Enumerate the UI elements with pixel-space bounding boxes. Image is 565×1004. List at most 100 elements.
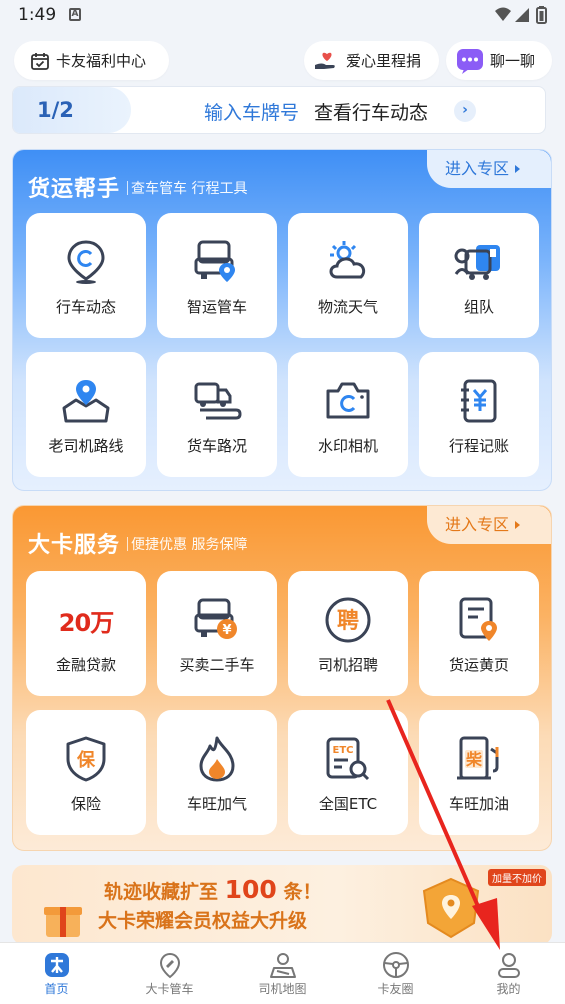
promo-banner[interactable]: 轨迹收藏扩至 100 条！ 大卡荣耀会员权益大升级 加量不加价 xyxy=(12,865,552,945)
triangle-right-icon xyxy=(515,521,521,529)
notification-icon: A xyxy=(69,8,81,21)
tile-finance-loan[interactable]: 20万 金融贷款 xyxy=(26,571,146,696)
tile-watermark-camera[interactable]: 水印相机 xyxy=(288,352,408,477)
system-icons xyxy=(493,5,551,29)
signal-icon xyxy=(515,8,529,22)
medal-map-icon xyxy=(412,877,490,939)
tile-truck-road[interactable]: 货车路况 xyxy=(157,352,277,477)
home-icon xyxy=(0,951,113,981)
status-time: 1:49 xyxy=(18,5,57,25)
fuel-glyph: 柴 xyxy=(465,750,483,769)
welfare-center-label: 卡友福利中心 xyxy=(56,52,147,70)
loan-icon: 20万 xyxy=(26,596,146,644)
tile-logistics-weather[interactable]: 物流天气 xyxy=(288,213,408,338)
wifi-icon xyxy=(495,7,511,21)
tile-label: 物流天气 xyxy=(317,298,378,316)
tab-friends-circle[interactable]: 卡友圈 xyxy=(339,943,452,1004)
tile-label: 车旺加气 xyxy=(186,795,247,813)
calendar-check-icon xyxy=(30,51,50,71)
fuel-icon: 柴 xyxy=(419,735,539,783)
driver-map-icon xyxy=(226,951,339,981)
road-truck-icon xyxy=(157,377,277,425)
bottom-tab-bar: 首页 大卡管车 司机地图 卡友圈 我的 xyxy=(0,942,565,1004)
plate-search-banner[interactable]: 1/2 输入车牌号 查看行车动态 › xyxy=(12,86,546,134)
service-enter-zone-button[interactable]: 进入专区 xyxy=(427,506,551,544)
tile-etc[interactable]: ETC 全国ETC xyxy=(288,710,408,835)
chevron-right-icon[interactable]: › xyxy=(454,100,476,122)
insurance-glyph: 保 xyxy=(76,749,96,771)
chat-label: 聊一聊 xyxy=(490,52,536,70)
tab-label: 卡友圈 xyxy=(377,982,414,996)
weather-icon xyxy=(288,238,408,286)
tab-home[interactable]: 首页 xyxy=(0,943,113,1004)
chat-bubble-icon xyxy=(456,48,484,74)
tab-label: 我的 xyxy=(496,982,521,996)
donate-mileage-label: 爱心里程捐 xyxy=(346,52,422,70)
camera-icon xyxy=(288,377,408,425)
ledger-icon xyxy=(419,377,539,425)
tile-label: 金融贷款 xyxy=(55,656,116,674)
chat-button[interactable]: 聊一聊 xyxy=(446,41,552,80)
circle-icon xyxy=(339,951,452,981)
recruit-icon: 聘 xyxy=(288,596,408,644)
freight-enter-zone-button[interactable]: 进入专区 xyxy=(427,150,551,188)
gas-flame-icon xyxy=(157,735,277,783)
tile-label: 司机招聘 xyxy=(317,656,378,674)
tab-label: 首页 xyxy=(44,982,69,996)
tile-trip-ledger[interactable]: 行程记账 xyxy=(419,352,539,477)
profile-icon xyxy=(452,951,565,981)
welfare-center-button[interactable]: 卡友福利中心 xyxy=(14,41,169,80)
donate-mileage-button[interactable]: 爱心里程捐 xyxy=(304,41,439,80)
location-c-icon xyxy=(26,238,146,286)
tab-fleet-manage[interactable]: 大卡管车 xyxy=(113,943,226,1004)
tile-label: 老司机路线 xyxy=(48,437,124,455)
tile-label: 货运黄页 xyxy=(448,656,509,674)
banner-page-indicator: 1/2 xyxy=(13,87,131,133)
promo-line1: 轨迹收藏扩至 100 条！ xyxy=(104,875,322,904)
tile-insurance[interactable]: 保 保险 xyxy=(26,710,146,835)
plate-action-label: 查看行车动态 xyxy=(314,102,429,124)
tile-gas-refuel[interactable]: 车旺加气 xyxy=(157,710,277,835)
tile-label: 货车路况 xyxy=(186,437,247,455)
tile-label: 行程记账 xyxy=(448,437,509,455)
manage-truck-icon xyxy=(113,951,226,981)
tile-team-up[interactable]: 组队 xyxy=(419,213,539,338)
tab-driver-map[interactable]: 司机地图 xyxy=(226,943,339,1004)
etc-icon: ETC xyxy=(288,735,408,783)
plate-input-label[interactable]: 输入车牌号 xyxy=(204,98,299,125)
recruit-glyph: 聘 xyxy=(337,609,359,634)
promo-tag: 加量不加价 xyxy=(488,869,546,886)
loan-amount-badge: 20万 xyxy=(58,608,114,637)
tile-driver-recruit[interactable]: 聘 司机招聘 xyxy=(288,571,408,696)
tile-label: 车旺加油 xyxy=(448,795,509,813)
truck-service-section: 大卡服务 便捷优惠 服务保障 进入专区 20万 金融贷款 ¥ 买卖二手车 聘 司… xyxy=(12,505,552,851)
tile-label: 保险 xyxy=(70,795,101,813)
svg-text:¥: ¥ xyxy=(222,623,231,638)
tile-label: 买卖二手车 xyxy=(179,656,255,674)
tab-label: 司机地图 xyxy=(258,982,307,996)
team-truck-icon xyxy=(419,238,539,286)
tile-label: 水印相机 xyxy=(317,437,378,455)
tile-freight-yellow-pages[interactable]: 货运黄页 xyxy=(419,571,539,696)
promo-line2: 大卡荣耀会员权益大升级 xyxy=(98,910,308,932)
tile-driving-status[interactable]: 行车动态 xyxy=(26,213,146,338)
tile-used-trucks[interactable]: ¥ 买卖二手车 xyxy=(157,571,277,696)
tab-profile[interactable]: 我的 xyxy=(452,943,565,1004)
tile-smart-fleet[interactable]: 智运管车 xyxy=(157,213,277,338)
tile-label: 智运管车 xyxy=(186,298,247,316)
freight-title: 货运帮手 xyxy=(28,177,121,202)
yellow-pages-icon xyxy=(419,596,539,644)
heart-hand-icon xyxy=(314,50,340,72)
freight-subtitle: 查车管车 行程工具 xyxy=(127,178,247,198)
status-bar: 1:49 A xyxy=(0,0,565,32)
tile-label: 行车动态 xyxy=(55,298,116,316)
tile-fuel-refuel[interactable]: 柴 车旺加油 xyxy=(419,710,539,835)
route-map-icon xyxy=(26,377,146,425)
insurance-icon: 保 xyxy=(26,735,146,783)
tab-label: 大卡管车 xyxy=(145,982,194,996)
truck-location-icon xyxy=(157,238,277,286)
tile-veteran-routes[interactable]: 老司机路线 xyxy=(26,352,146,477)
tile-label: 组队 xyxy=(463,298,494,316)
service-subtitle: 便捷优惠 服务保障 xyxy=(127,534,247,554)
etc-glyph: ETC xyxy=(333,745,354,756)
